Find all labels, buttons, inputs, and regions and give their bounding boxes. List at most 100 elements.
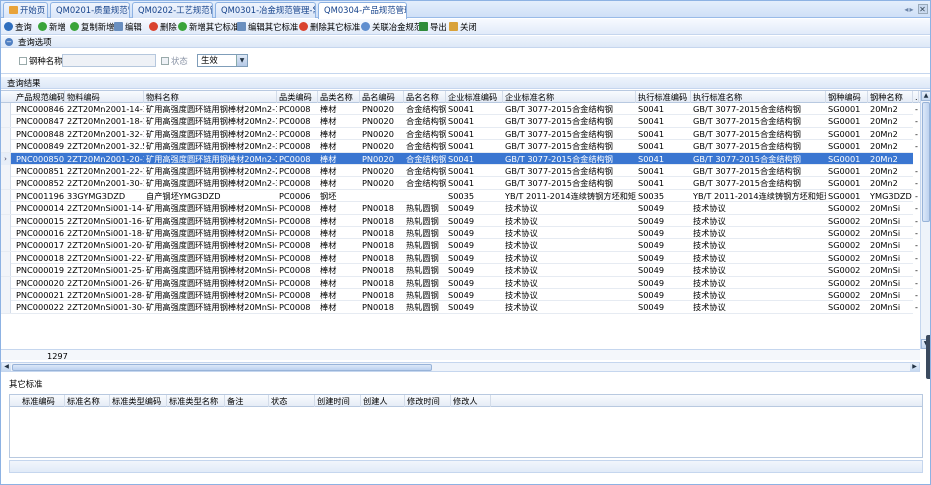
table-cell[interactable]: 矿用高强度圆环链用钢棒材20Mn2-18 bbox=[144, 115, 277, 127]
table-cell[interactable]: S0041 bbox=[446, 128, 503, 140]
table-cell[interactable]: 20Mn2 bbox=[868, 115, 913, 127]
table-cell[interactable]: PN0018 bbox=[360, 264, 404, 276]
table-row[interactable]: PNC000022 2ZT20MnSi001-30-1 矿用高强度圆环链用钢棒材20… bbox=[1, 301, 918, 314]
table-cell[interactable]: PC0006 bbox=[277, 190, 318, 202]
table-cell[interactable]: S0049 bbox=[636, 301, 691, 313]
column-header[interactable]: 品类编码 bbox=[277, 91, 318, 103]
table-cell[interactable]: S0049 bbox=[446, 301, 503, 313]
column-header[interactable]: 产品规范编码 bbox=[14, 91, 65, 103]
table-row[interactable]: PNC000018 2ZT20MnSi001-22-1 矿用高强度圆环链用钢棒材20… bbox=[1, 251, 918, 265]
table-cell[interactable]: PC0008 bbox=[277, 239, 318, 251]
table-cell[interactable]: GB/T 3077-2015合金结构钢 bbox=[691, 177, 826, 189]
scroll-right-icon[interactable]: ▸ bbox=[909, 5, 914, 14]
table-cell[interactable]: 棒材 bbox=[318, 215, 360, 227]
table-cell[interactable]: PNC001196 bbox=[14, 190, 65, 202]
table-cell[interactable]: S0049 bbox=[446, 215, 503, 227]
table-cell[interactable]: S0041 bbox=[446, 177, 503, 189]
collapse-icon[interactable]: − bbox=[5, 38, 13, 46]
table-cell[interactable]: 技术协议 bbox=[503, 277, 636, 289]
table-cell[interactable]: PNC000850 bbox=[14, 153, 65, 165]
table-cell[interactable]: 2ZT20MnSi001-30-1 bbox=[65, 301, 144, 313]
table-cell[interactable]: PC0008 bbox=[277, 115, 318, 127]
table-cell[interactable]: 棒材 bbox=[318, 177, 360, 189]
table-cell[interactable]: PNC000846 bbox=[14, 103, 65, 115]
table-cell[interactable]: SG0002 bbox=[826, 202, 868, 214]
column-header[interactable]: 备注 bbox=[225, 395, 269, 407]
table-cell[interactable]: PC0008 bbox=[277, 227, 318, 239]
table-cell[interactable]: S0035 bbox=[636, 190, 691, 202]
table-cell[interactable]: 2ZT20Mn2001-22-1 bbox=[65, 165, 144, 177]
table-cell[interactable]: 矿用高强度圆环链用钢棒材20MnSi-18 bbox=[144, 227, 277, 239]
table-cell[interactable]: GB/T 3077-2015合金结构钢 bbox=[503, 165, 636, 177]
table-cell[interactable]: 技术协议 bbox=[691, 239, 826, 251]
table-cell[interactable]: S0041 bbox=[636, 115, 691, 127]
table-cell[interactable]: 20MnSi bbox=[868, 277, 913, 289]
table-cell[interactable]: PN0020 bbox=[360, 177, 404, 189]
row-header[interactable] bbox=[1, 301, 11, 314]
table-cell[interactable]: 矿用高强度圆环链用钢棒材20MnSi-28 bbox=[144, 289, 277, 301]
horizontal-scroll-thumb[interactable] bbox=[12, 364, 432, 371]
table-cell[interactable]: 合金结构钢 bbox=[404, 128, 446, 140]
table-cell[interactable]: SG0001 bbox=[826, 153, 868, 165]
table-cell[interactable] bbox=[360, 190, 404, 202]
table-cell[interactable]: S0041 bbox=[636, 153, 691, 165]
table-cell[interactable]: PNC000851 bbox=[14, 165, 65, 177]
table-cell[interactable]: 2ZT20Mn2001-20-1 bbox=[65, 153, 144, 165]
table-cell[interactable]: PN0020 bbox=[360, 115, 404, 127]
toolbar-button-4[interactable]: 删除 bbox=[149, 20, 177, 34]
table-cell[interactable]: PNC000022 bbox=[14, 301, 65, 313]
row-header[interactable] bbox=[1, 165, 11, 177]
table-cell[interactable]: 技术协议 bbox=[503, 202, 636, 214]
table-row[interactable]: PNC000846 2ZT20Mn2001-14-1 矿用高强度圆环链用钢棒材20M… bbox=[1, 103, 918, 116]
table-row[interactable]: PNC000016 2ZT20MnSi001-18-1 矿用高强度圆环链用钢棒材20… bbox=[1, 227, 918, 240]
table-cell[interactable]: - bbox=[913, 165, 919, 177]
table-cell[interactable]: - bbox=[913, 115, 919, 127]
table-cell[interactable]: - bbox=[913, 301, 919, 313]
column-header[interactable]: 执行标准编码 bbox=[636, 91, 691, 103]
table-cell[interactable]: SG0001 bbox=[826, 115, 868, 127]
table-cell[interactable]: 棒材 bbox=[318, 153, 360, 165]
table-cell[interactable]: 2ZT20MnSi001-22-1 bbox=[65, 252, 144, 264]
table-cell[interactable]: PN0020 bbox=[360, 165, 404, 177]
table-cell[interactable]: 热轧圆钢 bbox=[404, 227, 446, 239]
table-cell[interactable]: YB/T 2011-2014连续铸钢方坯和矩形坯 bbox=[691, 190, 826, 202]
table-cell[interactable]: 技术协议 bbox=[503, 264, 636, 276]
table-cell[interactable]: 20Mn2 bbox=[868, 128, 913, 140]
table-cell[interactable]: 棒材 bbox=[318, 301, 360, 313]
table-cell[interactable]: 2ZT20Mn2001-30-1 bbox=[65, 177, 144, 189]
table-cell[interactable]: - bbox=[913, 128, 919, 140]
table-cell[interactable]: 棒材 bbox=[318, 277, 360, 289]
table-cell[interactable]: PN0018 bbox=[360, 252, 404, 264]
tab-1[interactable]: QM0201-质量规范管理 bbox=[50, 2, 130, 18]
table-cell[interactable]: 矿用高强度圆环链用钢棒材20MnSi-26 bbox=[144, 277, 277, 289]
table-cell[interactable]: 棒材 bbox=[318, 202, 360, 214]
table-cell[interactable]: S0049 bbox=[446, 227, 503, 239]
table-cell[interactable]: - bbox=[913, 289, 919, 301]
table-cell[interactable]: GB/T 3077-2015合金结构钢 bbox=[691, 153, 826, 165]
table-cell[interactable]: S0049 bbox=[446, 289, 503, 301]
table-cell[interactable]: - bbox=[913, 277, 919, 289]
table-cell[interactable]: PC0008 bbox=[277, 301, 318, 313]
table-cell[interactable]: 矿用高强度圆环链用钢棒材20MnSi-30 bbox=[144, 301, 277, 313]
table-cell[interactable]: SG0002 bbox=[826, 264, 868, 276]
table-cell[interactable]: PC0008 bbox=[277, 165, 318, 177]
table-cell[interactable]: 20MnSi bbox=[868, 289, 913, 301]
table-cell[interactable]: S0049 bbox=[636, 202, 691, 214]
toolbar-button-6[interactable]: 编辑其它标准 bbox=[237, 20, 298, 34]
table-cell[interactable]: S0049 bbox=[636, 239, 691, 251]
table-cell[interactable]: 20Mn2 bbox=[868, 165, 913, 177]
table-cell[interactable]: 矿用高强度圆环链用钢棒材20MnSi-20 bbox=[144, 239, 277, 251]
row-header[interactable] bbox=[1, 140, 11, 153]
column-header[interactable]: 状态 bbox=[269, 395, 315, 407]
table-cell[interactable]: 热轧圆钢 bbox=[404, 289, 446, 301]
table-cell[interactable]: PN0020 bbox=[360, 103, 404, 115]
table-cell[interactable]: 棒材 bbox=[318, 252, 360, 264]
table-cell[interactable]: 热轧圆钢 bbox=[404, 277, 446, 289]
table-row[interactable]: PNC000021 2ZT20MnSi001-28-1 矿用高强度圆环链用钢棒材20… bbox=[1, 289, 918, 302]
table-cell[interactable]: 技术协议 bbox=[503, 289, 636, 301]
table-cell[interactable]: - bbox=[913, 215, 919, 227]
table-cell[interactable]: 技术协议 bbox=[691, 277, 826, 289]
table-cell[interactable]: SG0001 bbox=[826, 190, 868, 202]
table-cell[interactable]: YB/T 2011-2014连续铸钢方坯和矩形坯 bbox=[503, 190, 636, 202]
table-cell[interactable]: 钢坯 bbox=[318, 190, 360, 202]
